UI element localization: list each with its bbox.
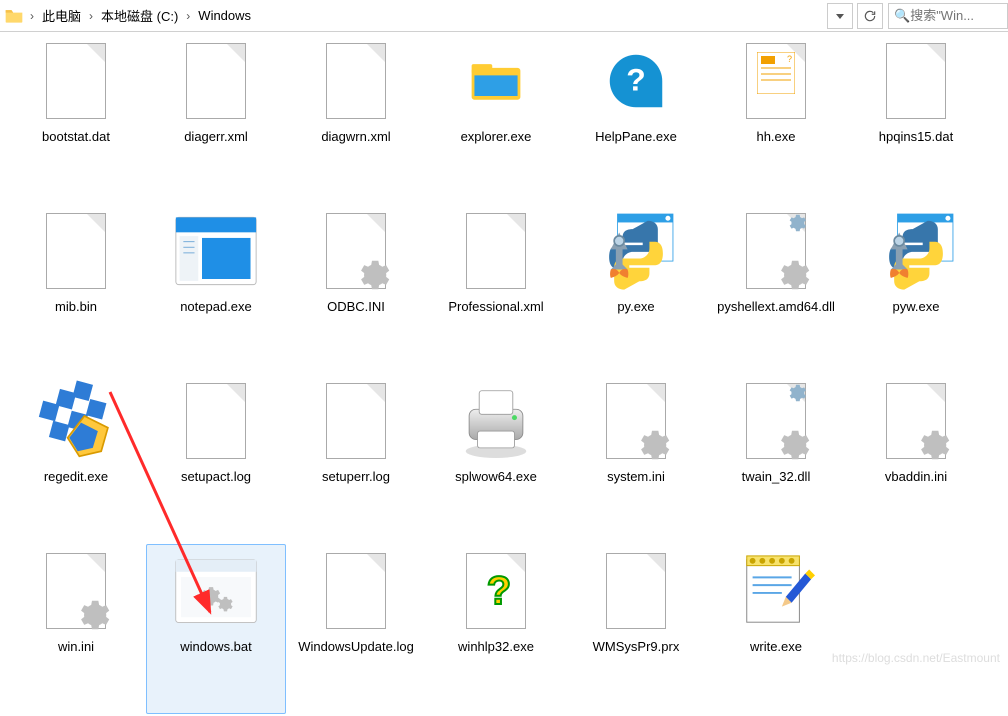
- file-label: diagerr.xml: [184, 129, 248, 146]
- file-label: splwow64.exe: [455, 469, 537, 486]
- file-item[interactable]: py.exe: [566, 204, 706, 374]
- file-label: ODBC.INI: [327, 299, 385, 316]
- blank-icon: [314, 379, 398, 463]
- file-label: py.exe: [617, 299, 654, 316]
- notepad-icon: [174, 209, 258, 293]
- file-label: winhlp32.exe: [458, 639, 534, 656]
- file-item[interactable]: setupact.log: [146, 374, 286, 544]
- file-grid: bootstat.dat diagerr.xml diagwrn.xml explor…: [0, 32, 1008, 716]
- file-label: explorer.exe: [461, 129, 532, 146]
- file-label: system.ini: [607, 469, 665, 486]
- breadcrumb-windows[interactable]: Windows: [196, 6, 253, 25]
- breadcrumb-this-pc[interactable]: 此电脑: [40, 4, 83, 27]
- file-item[interactable]: twain_32.dll: [706, 374, 846, 544]
- file-item[interactable]: WindowsUpdate.log: [286, 544, 426, 714]
- file-item[interactable]: diagwrn.xml: [286, 34, 426, 204]
- file-item[interactable]: explorer.exe: [426, 34, 566, 204]
- file-label: WMSysPr9.prx: [593, 639, 680, 656]
- folder-icon: [4, 6, 24, 26]
- refresh-button[interactable]: [857, 3, 883, 29]
- winhlp-icon: ?: [454, 549, 538, 633]
- file-item[interactable]: splwow64.exe: [426, 374, 566, 544]
- ini-icon: [314, 209, 398, 293]
- svg-text:?: ?: [626, 61, 645, 97]
- ini-icon: [594, 379, 678, 463]
- search-icon: 🔍: [894, 8, 910, 24]
- hh-icon: ?: [734, 39, 818, 123]
- file-label: pyw.exe: [893, 299, 940, 316]
- ini-icon: [874, 379, 958, 463]
- file-label: setupact.log: [181, 469, 251, 486]
- file-item[interactable]: ? hh.exe: [706, 34, 846, 204]
- help-icon: ?: [594, 39, 678, 123]
- svg-text:?: ?: [487, 570, 511, 613]
- address-bar: › 此电脑 › 本地磁盘 (C:) › Windows 🔍: [0, 0, 1008, 32]
- file-item[interactable]: ? winhlp32.exe: [426, 544, 566, 714]
- printer-icon: [454, 379, 538, 463]
- blank-icon: [34, 209, 118, 293]
- bat-icon: [174, 549, 258, 633]
- blank-icon: [34, 39, 118, 123]
- chevron-right-icon: ›: [26, 9, 38, 23]
- dllgear-icon: [734, 379, 818, 463]
- file-item[interactable]: notepad.exe: [146, 204, 286, 374]
- file-item[interactable]: setuperr.log: [286, 374, 426, 544]
- file-label: win.ini: [58, 639, 94, 656]
- file-label: WindowsUpdate.log: [298, 639, 414, 656]
- file-label: diagwrn.xml: [321, 129, 390, 146]
- file-label: hpqins15.dat: [879, 129, 953, 146]
- file-item[interactable]: win.ini: [6, 544, 146, 714]
- file-label: mib.bin: [55, 299, 97, 316]
- file-item[interactable]: Professional.xml: [426, 204, 566, 374]
- file-label: HelpPane.exe: [595, 129, 677, 146]
- file-item[interactable]: mib.bin: [6, 204, 146, 374]
- blank-icon: [314, 39, 398, 123]
- file-label: windows.bat: [180, 639, 252, 656]
- file-label: twain_32.dll: [742, 469, 811, 486]
- file-label: vbaddin.ini: [885, 469, 947, 486]
- blank-icon: [874, 39, 958, 123]
- file-item[interactable]: bootstat.dat: [6, 34, 146, 204]
- search-input[interactable]: [910, 8, 1000, 23]
- file-label: regedit.exe: [44, 469, 108, 486]
- blank-icon: [174, 39, 258, 123]
- blank-icon: [174, 379, 258, 463]
- file-label: bootstat.dat: [42, 129, 110, 146]
- file-item[interactable]: windows.bat: [146, 544, 286, 714]
- file-item[interactable]: pyshellext.amd64.dll: [706, 204, 846, 374]
- breadcrumb-drive-c[interactable]: 本地磁盘 (C:): [99, 4, 180, 27]
- file-item[interactable]: write.exe: [706, 544, 846, 714]
- file-item[interactable]: vbaddin.ini: [846, 374, 986, 544]
- blank-icon: [454, 209, 538, 293]
- py-icon: [594, 209, 678, 293]
- search-box[interactable]: 🔍: [888, 3, 1008, 29]
- file-label: setuperr.log: [322, 469, 390, 486]
- file-item[interactable]: diagerr.xml: [146, 34, 286, 204]
- blank-icon: [314, 549, 398, 633]
- file-label: notepad.exe: [180, 299, 252, 316]
- file-label: Professional.xml: [448, 299, 543, 316]
- file-label: hh.exe: [756, 129, 795, 146]
- history-dropdown-button[interactable]: [827, 3, 853, 29]
- file-label: write.exe: [750, 639, 802, 656]
- py-icon: [874, 209, 958, 293]
- explorer-icon: [454, 39, 538, 123]
- watermark: https://blog.csdn.net/Eastmount: [832, 651, 1000, 665]
- chevron-right-icon: ›: [85, 9, 97, 23]
- file-item[interactable]: regedit.exe: [6, 374, 146, 544]
- file-item[interactable]: ? HelpPane.exe: [566, 34, 706, 204]
- file-item[interactable]: hpqins15.dat: [846, 34, 986, 204]
- dllgear-icon: [734, 209, 818, 293]
- file-item[interactable]: ODBC.INI: [286, 204, 426, 374]
- file-item[interactable]: system.ini: [566, 374, 706, 544]
- file-label: pyshellext.amd64.dll: [717, 299, 835, 316]
- regedit-icon: [34, 379, 118, 463]
- write-icon: [734, 549, 818, 633]
- file-item[interactable]: WMSysPr9.prx: [566, 544, 706, 714]
- blank-icon: [594, 549, 678, 633]
- ini-icon: [34, 549, 118, 633]
- svg-text:?: ?: [787, 54, 792, 64]
- chevron-right-icon: ›: [182, 9, 194, 23]
- file-item[interactable]: pyw.exe: [846, 204, 986, 374]
